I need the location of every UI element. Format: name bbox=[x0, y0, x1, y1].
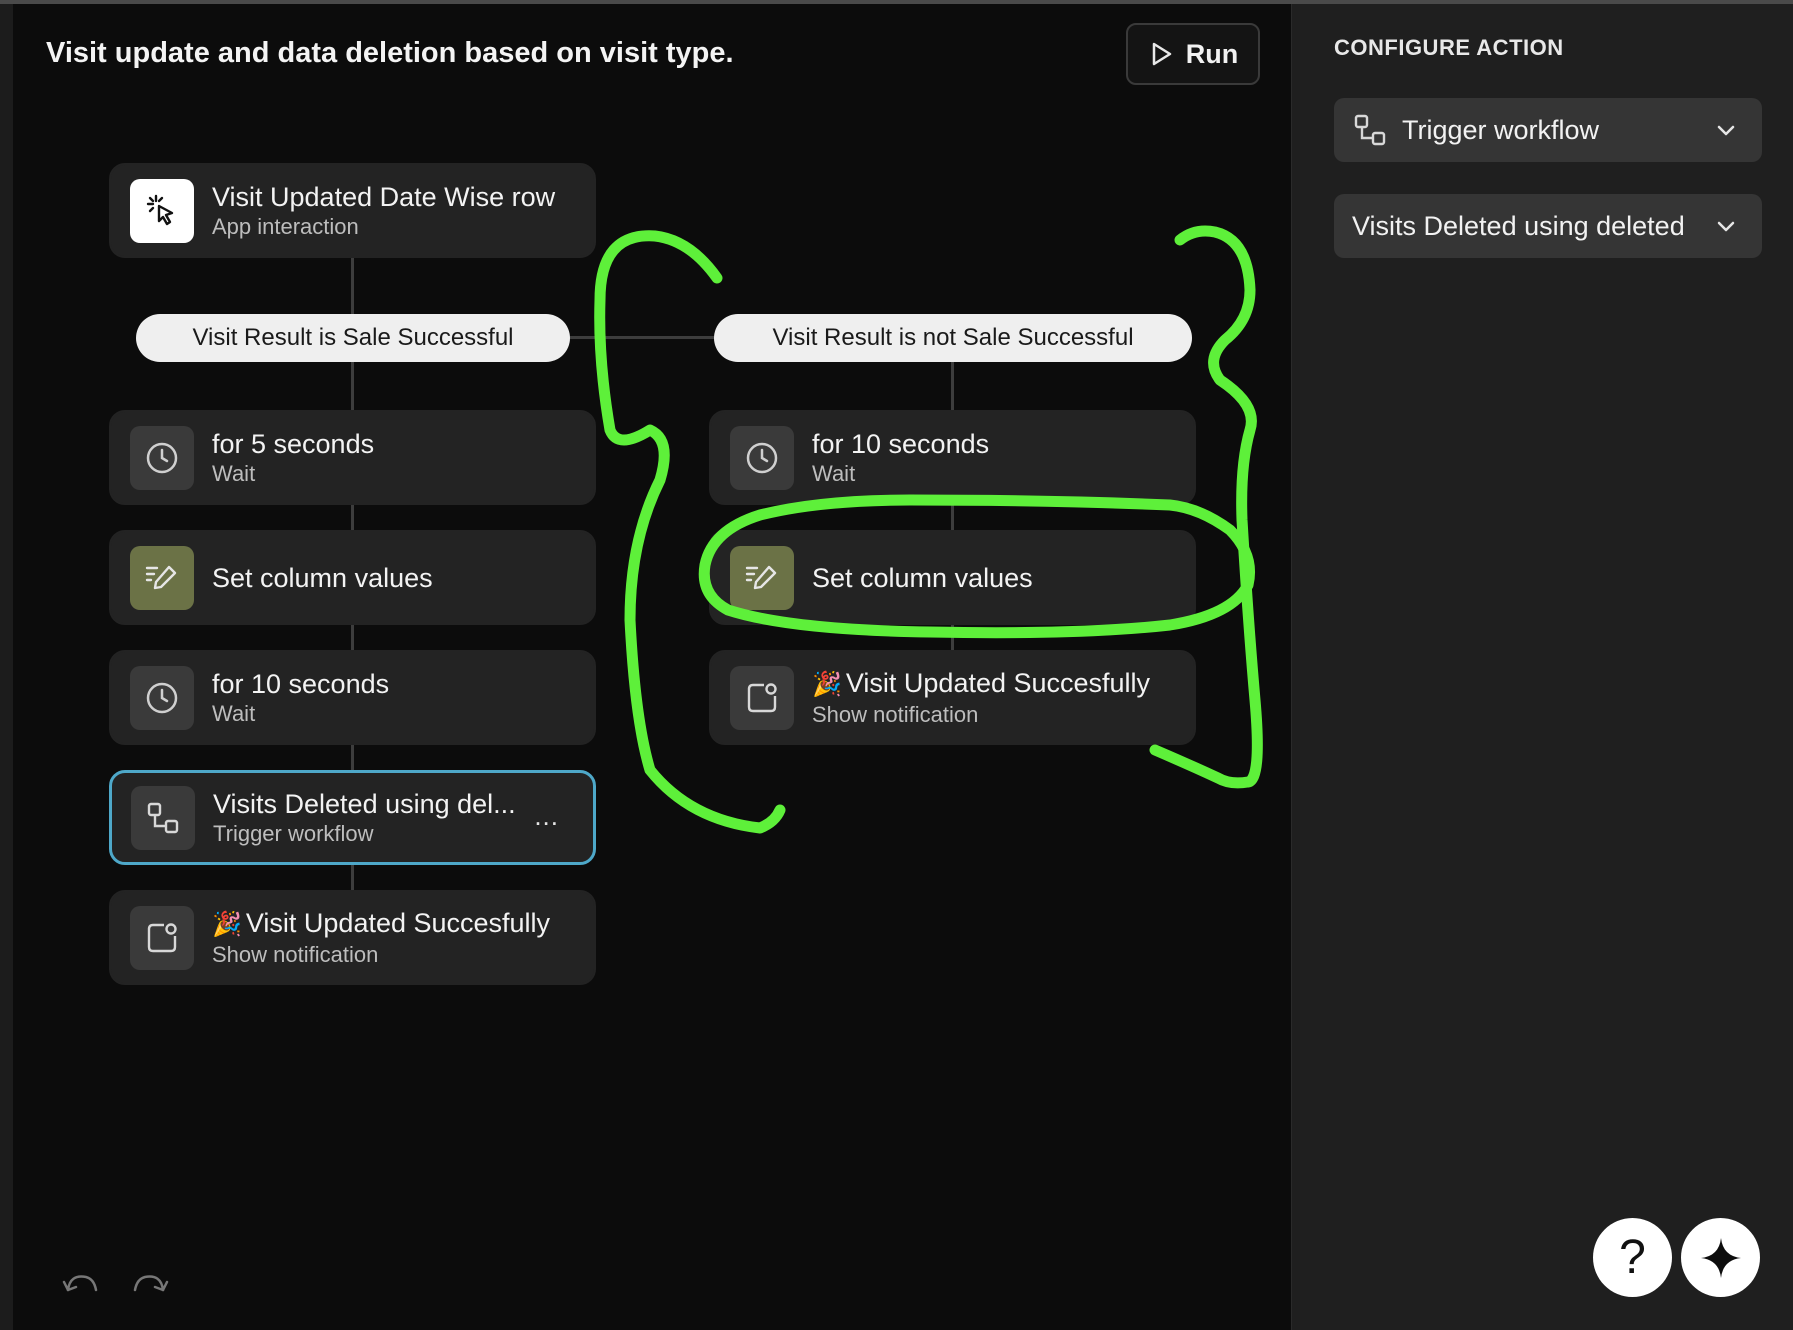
node-subtitle: Trigger workflow bbox=[213, 820, 374, 846]
wait-node[interactable]: for 5 seconds Wait bbox=[109, 410, 596, 505]
node-label-text: Visit Updated Succesfully bbox=[845, 667, 1151, 698]
action-type-select[interactable]: Trigger workflow bbox=[1334, 98, 1762, 162]
trigger-workflow-node[interactable]: Visits Deleted using del... Trigger work… bbox=[109, 770, 596, 865]
run-button-label: Run bbox=[1185, 38, 1239, 69]
node-label: Visit Updated Date Wise row bbox=[212, 181, 556, 212]
chevron-down-icon bbox=[1717, 125, 1735, 136]
play-icon bbox=[1152, 42, 1171, 66]
action-type-value: Trigger workflow bbox=[1402, 114, 1600, 145]
node-label: for 10 seconds bbox=[212, 668, 390, 699]
workflow-select-value: Visits Deleted using deleted bbox=[1352, 210, 1685, 241]
node-label: 🎉 Visit Updated Succesfully bbox=[212, 907, 550, 941]
node-label: Set column values bbox=[212, 562, 433, 593]
trigger-node[interactable]: Visit Updated Date Wise row App interact… bbox=[109, 163, 596, 258]
workflow-select[interactable]: Visits Deleted using deleted bbox=[1334, 194, 1762, 258]
node-label: Visits Deleted using del... bbox=[213, 788, 516, 819]
clock-icon bbox=[130, 665, 194, 730]
redo-icon[interactable] bbox=[131, 1268, 171, 1298]
edit-icon bbox=[130, 545, 194, 610]
connector bbox=[351, 865, 354, 890]
party-popper-icon: 🎉 bbox=[212, 910, 242, 938]
node-subtitle: Wait bbox=[212, 700, 256, 726]
workflow-icon bbox=[131, 785, 195, 850]
connector bbox=[951, 505, 954, 530]
panel-title: CONFIGURE ACTION bbox=[1334, 35, 1564, 60]
clock-icon bbox=[730, 425, 794, 490]
notification-icon bbox=[130, 905, 194, 970]
wait-node[interactable]: for 10 seconds Wait bbox=[709, 410, 1196, 505]
node-subtitle: Show notification bbox=[212, 941, 379, 967]
party-popper-icon: 🎉 bbox=[812, 670, 842, 698]
connector bbox=[351, 362, 354, 410]
connector bbox=[351, 625, 354, 650]
wait-node[interactable]: for 10 seconds Wait bbox=[109, 650, 596, 745]
node-subtitle: Wait bbox=[212, 460, 256, 486]
help-button[interactable]: ? bbox=[1593, 1218, 1672, 1297]
node-label: for 5 seconds bbox=[212, 428, 375, 459]
connector bbox=[351, 745, 354, 770]
undo-icon[interactable] bbox=[60, 1268, 100, 1298]
set-column-values-node[interactable]: Set column values bbox=[709, 530, 1196, 625]
node-label: Set column values bbox=[812, 562, 1033, 593]
set-column-values-node[interactable]: Set column values bbox=[109, 530, 596, 625]
cursor-click-icon bbox=[130, 178, 194, 243]
node-subtitle: App interaction bbox=[212, 213, 359, 239]
node-subtitle: Wait bbox=[812, 460, 856, 486]
more-options-icon[interactable]: ... bbox=[534, 803, 559, 829]
sparkle-icon bbox=[1700, 1237, 1741, 1278]
workflow-title: Visit update and data deletion based on … bbox=[46, 37, 734, 69]
condition-right[interactable]: Visit Result is not Sale Successful bbox=[714, 314, 1192, 362]
node-label: 🎉 Visit Updated Succesfully bbox=[812, 667, 1150, 701]
configure-action-panel: CONFIGURE ACTION Trigger workflow Visits… bbox=[1291, 4, 1793, 1330]
connector bbox=[351, 505, 354, 530]
notification-icon bbox=[730, 665, 794, 730]
show-notification-node[interactable]: 🎉 Visit Updated Succesfully Show notifica… bbox=[709, 650, 1196, 745]
node-label-text: Visit Updated Succesfully bbox=[245, 907, 551, 938]
left-gutter bbox=[0, 4, 13, 1330]
clock-icon bbox=[130, 425, 194, 490]
condition-left[interactable]: Visit Result is Sale Successful bbox=[136, 314, 570, 362]
chevron-down-icon bbox=[1717, 221, 1735, 232]
show-notification-node[interactable]: 🎉 Visit Updated Succesfully Show notifica… bbox=[109, 890, 596, 985]
workflow-icon bbox=[1354, 114, 1386, 146]
run-button[interactable]: Run bbox=[1126, 23, 1260, 85]
connector bbox=[565, 336, 715, 339]
edit-icon bbox=[730, 545, 794, 610]
node-subtitle: Show notification bbox=[812, 701, 979, 727]
ai-assistant-button[interactable] bbox=[1681, 1218, 1760, 1297]
connector bbox=[951, 625, 954, 650]
node-label: for 10 seconds bbox=[812, 428, 990, 459]
connector bbox=[951, 362, 954, 410]
